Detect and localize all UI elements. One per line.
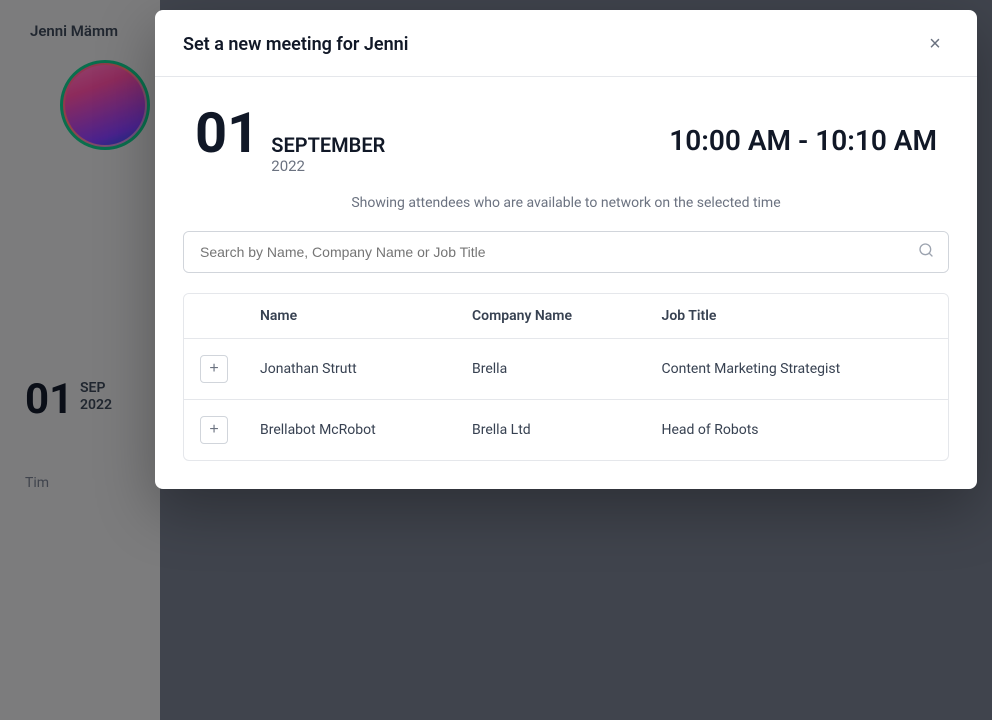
search-input[interactable] <box>184 232 948 272</box>
search-container <box>183 231 949 273</box>
row-job-title: Content Marketing Strategist <box>646 339 948 400</box>
modal-header: Set a new meeting for Jenni × <box>155 10 977 77</box>
attendees-table: Name Company Name Job Title + Jonathan St… <box>184 294 948 460</box>
date-day: 01 <box>195 105 259 161</box>
row-company: Brella Ltd <box>456 400 646 461</box>
table-row: + Jonathan StruttBrellaContent Marketing … <box>184 339 948 400</box>
date-time-row: 01 SEPTEMBER 2022 10:00 AM - 10:10 AM <box>155 77 977 195</box>
attendees-table-container: Name Company Name Job Title + Jonathan St… <box>183 293 949 461</box>
date-month-year: SEPTEMBER 2022 <box>271 133 385 175</box>
row-name: Jonathan Strutt <box>244 339 456 400</box>
add-attendee-button[interactable]: + <box>200 355 228 383</box>
table-header: Name Company Name Job Title <box>184 294 948 339</box>
add-attendee-button[interactable]: + <box>200 416 228 444</box>
row-company: Brella <box>456 339 646 400</box>
search-icon <box>918 242 934 262</box>
row-job-title: Head of Robots <box>646 400 948 461</box>
time-range: 10:00 AM - 10:10 AM <box>669 124 937 157</box>
table-body: + Jonathan StruttBrellaContent Marketing … <box>184 339 948 461</box>
meeting-modal: Set a new meeting for Jenni × 01 SEPTEMB… <box>155 10 977 489</box>
col-company: Company Name <box>456 294 646 339</box>
col-name: Name <box>244 294 456 339</box>
close-button[interactable]: × <box>921 30 949 58</box>
row-action-cell: + <box>184 339 244 400</box>
date-section: 01 SEPTEMBER 2022 <box>195 105 385 175</box>
date-year: 2022 <box>271 157 385 175</box>
col-action <box>184 294 244 339</box>
attendees-info: Showing attendees who are available to n… <box>155 195 977 231</box>
modal-title: Set a new meeting for Jenni <box>183 34 408 55</box>
table-row: + Brellabot McRobotBrella LtdHead of Robo… <box>184 400 948 461</box>
search-section <box>155 231 977 293</box>
date-month: SEPTEMBER <box>271 133 385 157</box>
row-action-cell: + <box>184 400 244 461</box>
row-name: Brellabot McRobot <box>244 400 456 461</box>
col-job-title: Job Title <box>646 294 948 339</box>
